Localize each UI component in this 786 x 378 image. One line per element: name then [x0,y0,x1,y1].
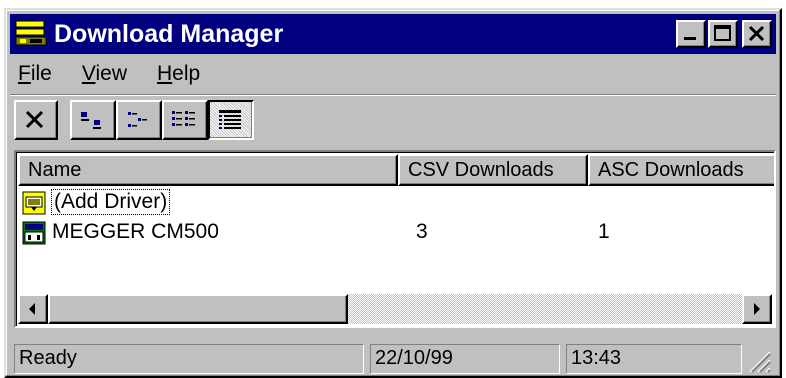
menu-file-label: ile [30,62,52,85]
delete-button[interactable] [14,100,58,140]
resize-grip-icon[interactable] [744,346,772,374]
arrow-right-icon [754,303,760,315]
scroll-right-button[interactable] [742,294,772,324]
small-icons-view-button[interactable] [116,100,162,140]
list-row-add-driver[interactable]: (Add Driver) [18,188,774,218]
window-title: Download Manager [54,19,284,48]
minimize-button[interactable] [676,20,706,48]
menu-help-label: elp [172,62,201,85]
app-icon [14,18,48,50]
close-button[interactable] [742,20,772,48]
details-view-button[interactable] [208,100,254,140]
column-header-asc-downloads[interactable]: ASC Downloads [588,154,774,186]
menu-view-label: iew [95,62,127,85]
row-name: (Add Driver) [50,189,171,215]
menu-bar: File View Help [14,58,226,90]
status-time: 13:43 [566,344,742,374]
horizontal-scrollbar[interactable] [18,294,772,324]
menu-separator [10,94,776,96]
status-date: 22/10/99 [370,344,560,374]
status-text: Ready [14,344,364,374]
list-view-button[interactable] [162,100,208,140]
driver-list[interactable]: Name CSV Downloads ASC Downloads (Add Dr… [14,150,776,328]
device-icon [22,221,46,245]
menu-view[interactable]: View [78,60,131,88]
download-manager-window: Download Manager File View Help Name CSV… [4,8,782,378]
list-header: Name CSV Downloads ASC Downloads [18,154,774,186]
small-icons-view-icon [128,112,147,127]
row-name: MEGGER CM500 [52,220,219,243]
menu-file-mnemonic: F [18,62,31,85]
menu-view-mnemonic: V [81,62,96,85]
menu-help-mnemonic: H [157,62,173,85]
add-driver-icon [22,191,46,215]
maximize-icon [714,25,731,41]
column-header-name[interactable]: Name [18,154,398,186]
arrow-left-icon [29,303,35,315]
minimize-icon [684,37,696,40]
list-view-icon [172,111,195,126]
row-csv-downloads: 3 [416,220,428,243]
details-view-icon [219,110,241,129]
large-icons-view-icon [81,112,101,129]
delete-icon [25,110,44,129]
maximize-button[interactable] [708,20,738,48]
list-body: (Add Driver) MEGGER CM500 3 1 [18,188,774,248]
scrollbar-thumb[interactable] [48,294,348,324]
scroll-left-button[interactable] [18,294,48,324]
status-bar: Ready 22/10/99 13:43 [14,344,772,374]
row-asc-downloads: 1 [598,220,610,243]
title-bar[interactable]: Download Manager [10,14,776,54]
menu-help[interactable]: Help [153,60,204,88]
close-icon [748,25,765,42]
large-icons-view-button[interactable] [70,100,116,140]
menu-file[interactable]: File [14,60,56,88]
toolbar [14,100,254,140]
list-row-megger-cm500[interactable]: MEGGER CM500 3 1 [18,218,774,248]
column-header-csv-downloads[interactable]: CSV Downloads [398,154,588,186]
